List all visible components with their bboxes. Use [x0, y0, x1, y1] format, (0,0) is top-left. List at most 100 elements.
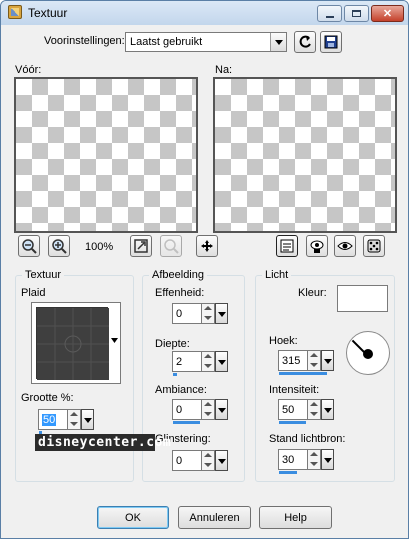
- plaid-pattern-icon: [37, 308, 109, 380]
- minimize-button[interactable]: [317, 5, 342, 22]
- texture-swatch: [36, 307, 109, 380]
- size-label: Grootte %:: [21, 392, 74, 404]
- cancel-button[interactable]: Annuleren: [178, 506, 251, 529]
- elevation-field[interactable]: 30: [278, 449, 308, 470]
- shine-field[interactable]: 0: [172, 450, 202, 471]
- minimize-icon: [325, 15, 334, 18]
- presets-dropdown[interactable]: Laatst gebruikt: [125, 32, 287, 52]
- eye-lock-icon: [310, 240, 324, 253]
- size-spinner[interactable]: 50: [38, 409, 94, 434]
- intensity-slider-dropdown[interactable]: [321, 399, 334, 420]
- light-color-swatch[interactable]: [337, 285, 388, 312]
- zoom-level: 100%: [85, 241, 114, 253]
- eye-icon: [337, 242, 353, 250]
- ambience-value: 0: [176, 404, 183, 416]
- watermark-text: disneycenter.com: [35, 434, 171, 451]
- texture-pattern-name: Plaid: [21, 287, 46, 299]
- proof-button[interactable]: [334, 235, 356, 257]
- reset-arrow-icon: [299, 35, 311, 48]
- proof-toggle-button[interactable]: [276, 235, 298, 257]
- smoothness-value: 0: [176, 308, 183, 320]
- after-label: Na:: [215, 64, 233, 76]
- elevation-spin-arrows[interactable]: [308, 449, 321, 470]
- before-preview[interactable]: [14, 77, 198, 233]
- depth-field[interactable]: 2: [172, 351, 202, 372]
- chevron-down-icon: [270, 33, 286, 51]
- randomize-button[interactable]: [363, 235, 385, 257]
- angle-level-bar: [279, 372, 327, 375]
- zoom-out-icon: [22, 239, 37, 254]
- size-value: 50: [42, 414, 57, 426]
- pan-button[interactable]: [196, 235, 218, 257]
- depth-spinner[interactable]: 2: [172, 351, 228, 376]
- document-list-icon: [280, 239, 294, 253]
- angle-field[interactable]: 315: [278, 350, 308, 371]
- shine-value: 0: [176, 455, 183, 467]
- elevation-spinner[interactable]: 30: [278, 449, 334, 474]
- zoom-out-button[interactable]: [18, 235, 40, 257]
- elevation-level-bar: [279, 471, 297, 474]
- depth-spin-arrows[interactable]: [202, 351, 215, 372]
- smoothness-spinner[interactable]: 0: [172, 303, 228, 324]
- texture-group-title: Textuur: [22, 269, 65, 281]
- depth-label: Diepte:: [155, 338, 190, 350]
- angle-value: 315: [282, 355, 301, 367]
- smoothness-label: Effenheid:: [155, 287, 205, 299]
- shine-slider-dropdown[interactable]: [215, 450, 228, 471]
- zoom-actual-button[interactable]: [160, 235, 182, 257]
- maximize-button[interactable]: [344, 5, 369, 22]
- dialog-client: Voorinstellingen: Laatst gebruikt Vóór: …: [6, 25, 403, 535]
- intensity-field[interactable]: 50: [278, 399, 308, 420]
- ok-button-label: OK: [125, 511, 141, 524]
- presets-value: Laatst gebruikt: [130, 36, 203, 48]
- smoothness-spin-arrows[interactable]: [202, 303, 215, 324]
- chevron-down-icon: [111, 338, 118, 343]
- shine-spinner[interactable]: 0: [172, 450, 228, 471]
- angle-spin-arrows[interactable]: [308, 350, 321, 371]
- after-preview: [213, 77, 397, 233]
- ambience-spinner[interactable]: 0: [172, 399, 228, 424]
- fit-view-button[interactable]: [130, 235, 152, 257]
- floppy-disk-icon: [324, 35, 338, 49]
- size-spin-arrows[interactable]: [68, 409, 81, 430]
- ambience-slider-dropdown[interactable]: [215, 399, 228, 420]
- angle-label: Hoek:: [269, 335, 298, 347]
- dialog-window: Textuur ✕ Voorinstellingen: Laatst gebru…: [0, 0, 409, 539]
- ambience-level-bar: [173, 421, 200, 424]
- intensity-level-bar: [279, 421, 306, 424]
- smoothness-slider-dropdown[interactable]: [215, 303, 228, 324]
- ok-button[interactable]: OK: [97, 506, 169, 529]
- move-icon: [201, 240, 213, 252]
- before-label: Vóór:: [15, 64, 42, 76]
- light-group-title: Licht: [262, 269, 292, 281]
- help-button-label: Help: [284, 511, 307, 524]
- title-bar[interactable]: Textuur ✕: [1, 1, 408, 25]
- reset-preset-button[interactable]: [294, 31, 316, 53]
- help-button[interactable]: Help: [259, 506, 332, 529]
- elevation-value: 30: [282, 454, 295, 466]
- save-preset-button[interactable]: [320, 31, 342, 53]
- elevation-slider-dropdown[interactable]: [321, 449, 334, 470]
- cancel-button-label: Annuleren: [189, 511, 240, 524]
- auto-proof-button[interactable]: [306, 235, 328, 257]
- intensity-spinner[interactable]: 50: [278, 399, 334, 424]
- shine-spin-arrows[interactable]: [202, 450, 215, 471]
- size-slider-dropdown[interactable]: [81, 409, 94, 430]
- ambience-field[interactable]: 0: [172, 399, 202, 420]
- light-color-label: Kleur:: [298, 287, 327, 299]
- close-button[interactable]: ✕: [371, 5, 404, 22]
- depth-value: 2: [176, 356, 183, 368]
- angle-spinner[interactable]: 315: [278, 350, 334, 375]
- smoothness-field[interactable]: 0: [172, 303, 202, 324]
- depth-slider-dropdown[interactable]: [215, 351, 228, 372]
- angle-slider-dropdown[interactable]: [321, 350, 334, 371]
- size-field[interactable]: 50: [38, 409, 68, 430]
- intensity-label: Intensiteit:: [269, 384, 320, 396]
- intensity-spin-arrows[interactable]: [308, 399, 321, 420]
- ambience-spin-arrows[interactable]: [202, 399, 215, 420]
- angle-dial[interactable]: [346, 331, 390, 375]
- zoom-in-button[interactable]: [48, 235, 70, 257]
- magnifier-disabled-icon: [164, 239, 179, 254]
- app-icon: [8, 5, 22, 19]
- texture-picker[interactable]: [31, 302, 121, 384]
